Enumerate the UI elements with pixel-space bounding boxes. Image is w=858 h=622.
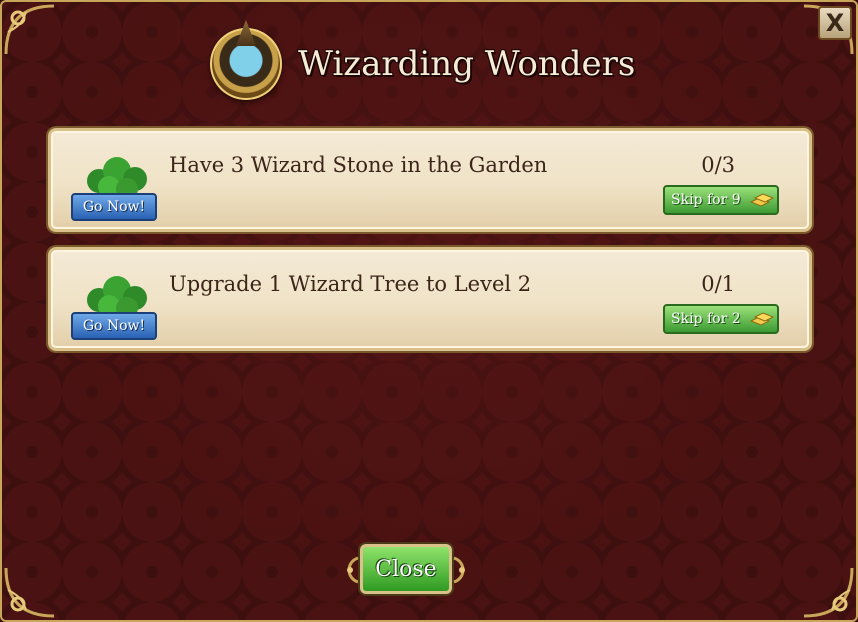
corner-ornament bbox=[2, 564, 58, 620]
skip-label: Skip for 2 bbox=[671, 311, 741, 327]
task-row: Go Now! Have 3 Wizard Stone in the Garde… bbox=[48, 128, 812, 232]
dialog-header: Wizarding Wonders bbox=[210, 24, 635, 104]
gold-bars-icon bbox=[749, 190, 775, 210]
corner-ornament bbox=[800, 564, 856, 620]
dialog-title: Wizarding Wonders bbox=[298, 44, 636, 84]
flourish-ornament bbox=[452, 556, 470, 584]
close-button[interactable]: Close bbox=[360, 544, 452, 594]
skip-button[interactable]: Skip for 2 bbox=[663, 304, 779, 334]
close-button-group: Close bbox=[342, 542, 470, 598]
task-description: Have 3 Wizard Stone in the Garden bbox=[169, 153, 548, 177]
flourish-ornament bbox=[342, 556, 360, 584]
quest-dialog: X Wizarding Wonders Go Now! Have 3 Wizar… bbox=[0, 0, 858, 622]
task-row: Go Now! Upgrade 1 Wizard Tree to Level 2… bbox=[48, 247, 812, 351]
wizard-medallion-icon bbox=[210, 28, 282, 100]
task-progress: 0/3 bbox=[701, 153, 735, 177]
close-x-button[interactable]: X bbox=[818, 6, 852, 40]
go-now-button[interactable]: Go Now! bbox=[71, 312, 157, 340]
corner-ornament bbox=[2, 2, 58, 58]
gold-bars-icon bbox=[749, 309, 775, 329]
task-description: Upgrade 1 Wizard Tree to Level 2 bbox=[169, 272, 532, 296]
task-progress: 0/1 bbox=[701, 272, 735, 296]
go-now-button[interactable]: Go Now! bbox=[71, 193, 157, 221]
skip-button[interactable]: Skip for 9 bbox=[663, 185, 779, 215]
skip-label: Skip for 9 bbox=[671, 192, 741, 208]
